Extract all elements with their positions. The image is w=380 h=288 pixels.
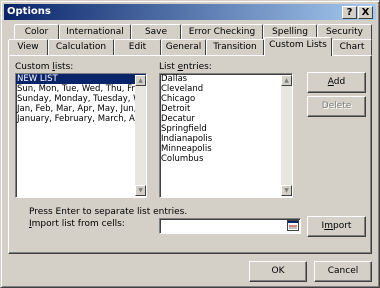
close-icon: X bbox=[361, 7, 370, 18]
tab-chart[interactable]: Chart bbox=[332, 39, 372, 55]
tab-calculation[interactable]: Calculation bbox=[48, 39, 114, 55]
custom-lists-label: Custom lists: bbox=[15, 62, 74, 72]
tab-custom-lists[interactable]: Custom Lists bbox=[264, 37, 332, 56]
list-entry: Minneapolis bbox=[161, 144, 212, 154]
tab-transition[interactable]: Transition bbox=[206, 39, 264, 55]
tab-edit[interactable]: Edit bbox=[114, 39, 161, 55]
list-entry: Chicago bbox=[161, 94, 196, 104]
list-entry: Decatur bbox=[161, 114, 195, 124]
tab-general[interactable]: General bbox=[161, 39, 206, 55]
list-entry: Detroit bbox=[161, 104, 191, 114]
scroll-down-button[interactable]: ▼ bbox=[281, 185, 292, 196]
scroll-up-icon: ▲ bbox=[284, 77, 289, 84]
add-button[interactable]: Add bbox=[307, 72, 366, 93]
scroll-down-button[interactable]: ▼ bbox=[135, 185, 146, 196]
tab-international[interactable]: International bbox=[59, 24, 131, 40]
help-icon: ? bbox=[346, 7, 353, 18]
options-dialog: Options ? X Color International Save Err… bbox=[0, 0, 380, 288]
close-button[interactable]: X bbox=[358, 6, 373, 19]
title-bar: Options ? X bbox=[4, 4, 376, 20]
list-entries-textarea[interactable]: Dallas Cleveland Chicago Detroit Decatur… bbox=[159, 73, 293, 198]
scroll-up-button[interactable]: ▲ bbox=[281, 75, 292, 86]
list-entry: Dallas bbox=[161, 74, 188, 84]
list-entries-label: List entries: bbox=[159, 62, 212, 72]
tab-save[interactable]: Save bbox=[131, 24, 181, 40]
scroll-up-button[interactable]: ▲ bbox=[135, 75, 146, 86]
scroll-down-icon: ▼ bbox=[284, 187, 289, 194]
list-item[interactable]: Sun, Mon, Tue, Wed, Thu, Fri, S bbox=[16, 84, 146, 94]
ok-button[interactable]: OK bbox=[249, 261, 307, 282]
tab-color[interactable]: Color bbox=[14, 24, 59, 40]
list-entry: Cleveland bbox=[161, 84, 204, 94]
list-entry: Springfield bbox=[161, 124, 207, 134]
list-entry: Indianapolis bbox=[161, 134, 213, 144]
list-item[interactable]: NEW LIST bbox=[16, 74, 146, 84]
import-label: Import list from cells: bbox=[29, 219, 125, 229]
import-button[interactable]: Import bbox=[307, 216, 366, 237]
list-item[interactable]: Jan, Feb, Mar, Apr, May, Jun, J bbox=[16, 104, 146, 114]
help-button[interactable]: ? bbox=[342, 6, 357, 19]
tab-error-checking[interactable]: Error Checking bbox=[181, 24, 263, 40]
range-select-icon[interactable] bbox=[287, 220, 299, 231]
custom-lists-listbox[interactable]: NEW LIST Sun, Mon, Tue, Wed, Thu, Fri, S… bbox=[15, 73, 147, 198]
list-item[interactable]: January, February, March, April bbox=[16, 114, 146, 124]
list-entry: Columbus bbox=[161, 154, 204, 164]
separate-entries-hint: Press Enter to separate list entries. bbox=[29, 207, 188, 217]
import-range-field[interactable] bbox=[159, 218, 301, 234]
custom-lists-scrollbar[interactable]: ▲ ▼ bbox=[135, 75, 146, 196]
cancel-button[interactable]: Cancel bbox=[314, 261, 372, 282]
tab-view[interactable]: View bbox=[8, 39, 48, 55]
custom-lists-panel: Custom lists: NEW LIST Sun, Mon, Tue, We… bbox=[8, 55, 372, 254]
scroll-down-icon: ▼ bbox=[138, 187, 143, 194]
list-entries-scrollbar[interactable]: ▲ ▼ bbox=[281, 75, 292, 196]
window-title: Options bbox=[7, 6, 51, 17]
scroll-up-icon: ▲ bbox=[138, 77, 143, 84]
list-item[interactable]: Sunday, Monday, Tuesday, Wed bbox=[16, 94, 146, 104]
delete-button[interactable]: Delete bbox=[307, 96, 366, 117]
